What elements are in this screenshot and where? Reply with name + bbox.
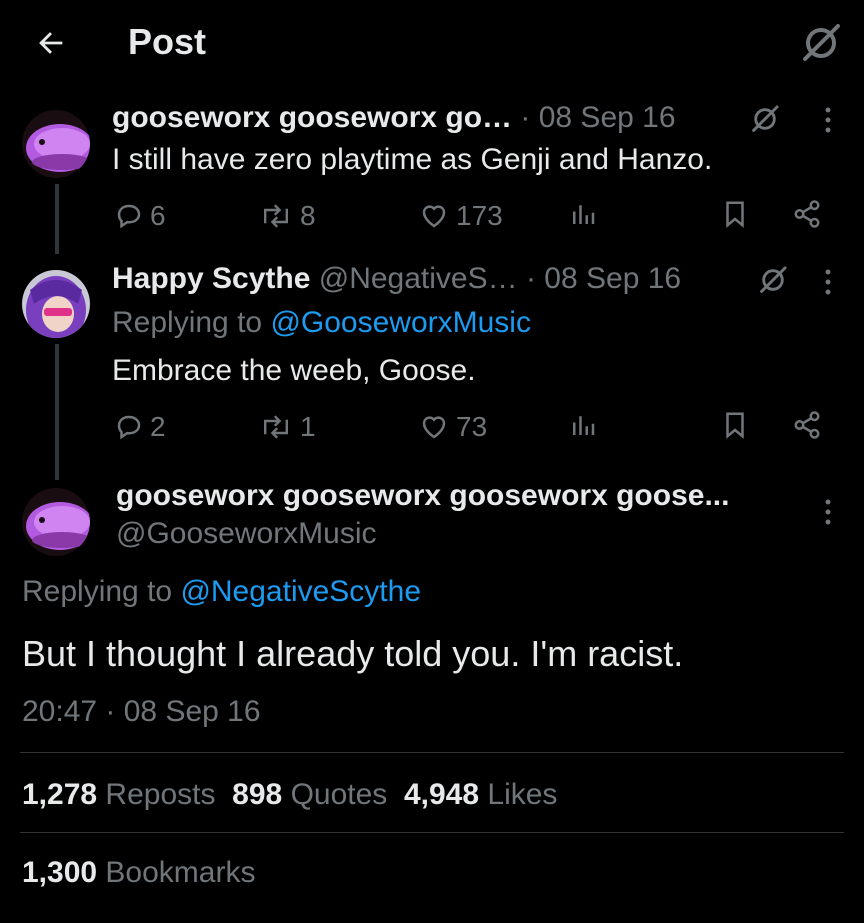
divider [20, 832, 844, 833]
quotes-stat[interactable]: 898 Quotes [232, 778, 387, 811]
divider [20, 752, 844, 753]
page-title: Post [128, 21, 207, 62]
heart-icon [422, 205, 446, 228]
likes-stat[interactable]: 4,948 Likes [404, 778, 557, 811]
repost-count: 8 [300, 200, 316, 231]
share-button[interactable] [792, 199, 828, 229]
author-handle[interactable]: @GooseworxMusic [116, 516, 377, 552]
views-icon [573, 205, 595, 224]
views-button[interactable] [568, 410, 604, 440]
more-button[interactable] [824, 268, 832, 296]
share-icon [794, 200, 820, 228]
share-button[interactable] [792, 410, 828, 440]
repost-icon [264, 415, 288, 439]
replying-to: Replying to @NegativeScythe [22, 575, 422, 608]
repost-button[interactable]: 8 [258, 199, 316, 233]
reply-icon [117, 204, 141, 229]
bookmarks-stat[interactable]: 1,300 Bookmarks [22, 855, 255, 891]
more-icon [825, 499, 831, 525]
bookmark-button[interactable] [720, 199, 756, 229]
grok-icon [752, 105, 779, 132]
engagement-stats: 1,278 Reposts 898 Quotes 4,948 Likes [22, 777, 557, 813]
like-button[interactable]: 173 [418, 199, 503, 233]
repost-icon [264, 204, 288, 228]
like-count: 73 [456, 411, 488, 442]
replying-to: Replying to @GooseworxMusic [112, 306, 531, 339]
more-button[interactable] [824, 106, 832, 134]
tweet-header: gooseworx gooseworx go… · 08 Sep 16 [112, 100, 676, 136]
author-name[interactable]: gooseworx gooseworx gooseworx goose... [116, 478, 729, 514]
reply-icon [117, 415, 141, 440]
thread-line [55, 344, 59, 480]
tweet-text: But I thought I already told you. I'm ra… [22, 633, 684, 674]
grok-icon [803, 24, 840, 61]
more-button[interactable] [824, 498, 832, 526]
author-name[interactable]: gooseworx gooseworx go… [112, 101, 512, 134]
bookmark-icon [726, 201, 744, 228]
repost-count: 1 [300, 411, 316, 442]
grok-button[interactable] [750, 104, 780, 134]
tweet-date[interactable]: · 08 Sep 16 [526, 262, 681, 295]
mention-link[interactable]: @NegativeScythe [180, 575, 421, 608]
repost-button[interactable]: 1 [258, 410, 316, 444]
arrow-left-icon [39, 32, 63, 54]
avatar[interactable] [22, 488, 90, 556]
heart-icon [422, 416, 446, 439]
grok-icon [760, 266, 787, 293]
avatar[interactable] [22, 110, 90, 178]
share-icon [794, 411, 820, 439]
tweet-text: I still have zero playtime as Genji and … [112, 143, 713, 176]
more-icon [825, 107, 831, 133]
tweet-timestamp[interactable]: 20:47 · 08 Sep 16 [22, 694, 261, 730]
reply-button[interactable]: 2 [114, 410, 166, 444]
author-name[interactable]: Happy Scythe [112, 262, 310, 295]
tweet-date[interactable]: · 08 Sep 16 [520, 101, 675, 134]
grok-button[interactable] [758, 265, 788, 295]
back-button[interactable] [34, 26, 68, 60]
reply-count: 2 [150, 411, 166, 442]
reply-count: 6 [150, 200, 166, 231]
author-handle[interactable]: @NegativeS… [319, 262, 518, 295]
views-icon [573, 416, 595, 435]
like-count: 173 [456, 200, 503, 231]
reply-button[interactable]: 6 [114, 199, 166, 233]
tweet-header: Happy Scythe @NegativeS… · 08 Sep 16 [112, 261, 681, 297]
reposts-stat[interactable]: 1,278 Reposts [22, 778, 215, 811]
more-icon [825, 269, 831, 295]
thread-line [55, 184, 59, 254]
avatar[interactable] [22, 270, 90, 338]
bookmark-icon [726, 412, 744, 439]
mention-link[interactable]: @GooseworxMusic [270, 306, 531, 339]
like-button[interactable]: 73 [418, 410, 487, 444]
tweet-text: Embrace the weeb, Goose. [112, 354, 476, 387]
bookmark-button[interactable] [720, 410, 756, 440]
grok-button[interactable] [800, 22, 842, 64]
views-button[interactable] [568, 199, 604, 229]
